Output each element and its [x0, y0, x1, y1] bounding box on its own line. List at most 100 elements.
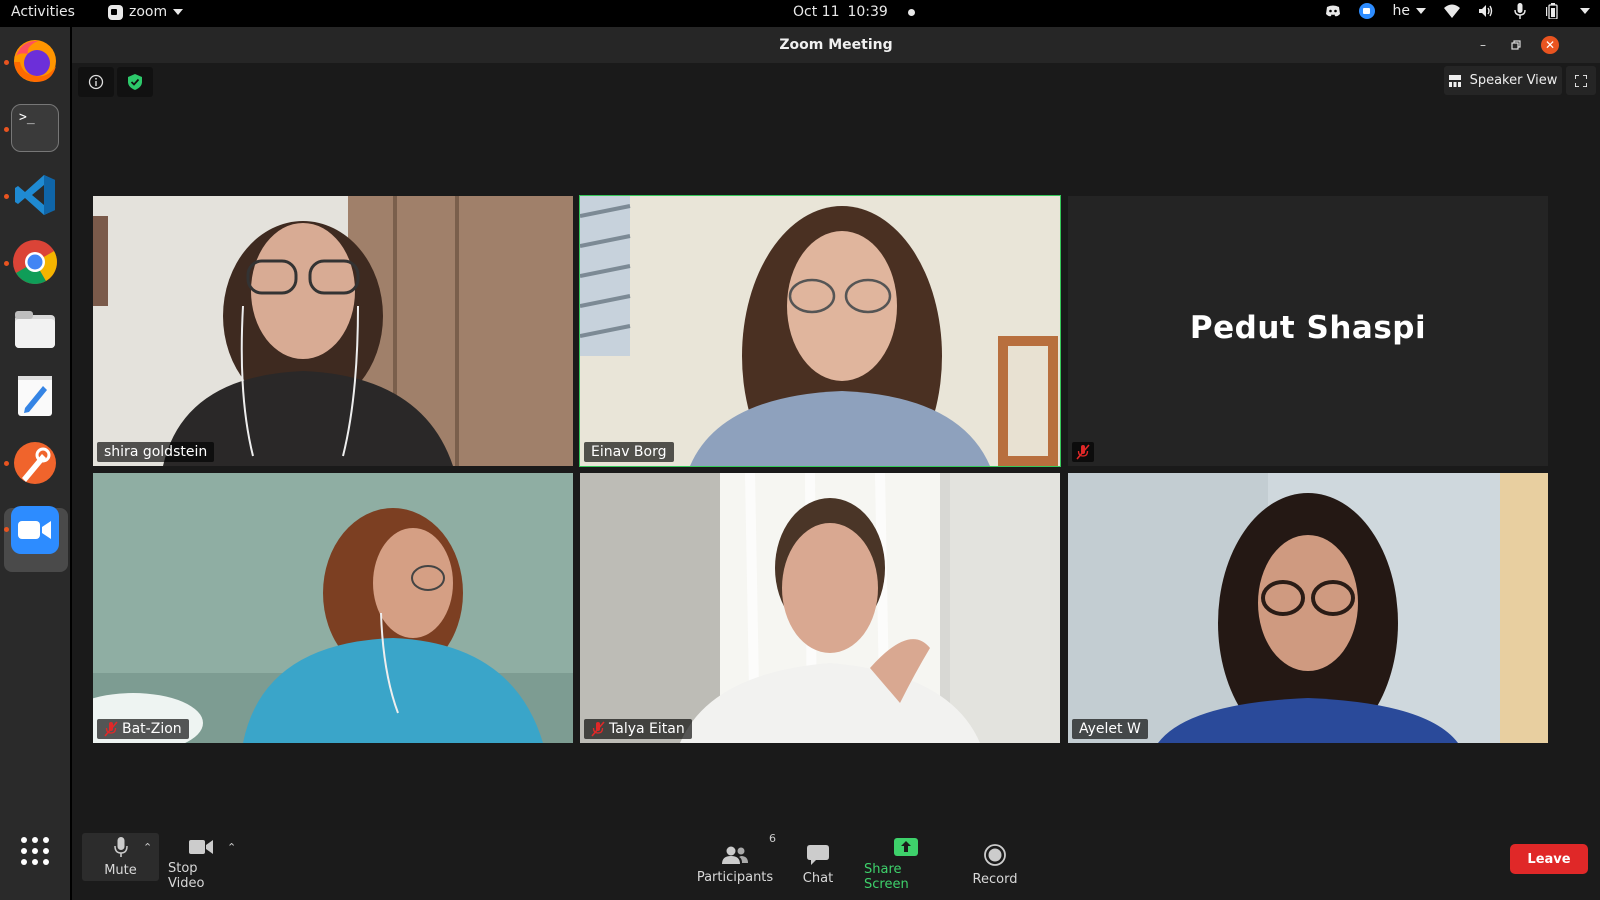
- mute-label: Mute: [104, 862, 137, 878]
- chevron-down-icon: [1416, 8, 1426, 14]
- app-menu-label: zoom: [129, 4, 168, 20]
- participant-display-name: Pedut Shaspi: [1189, 310, 1427, 346]
- participants-icon: [722, 846, 748, 864]
- video-tile[interactable]: Bat-Zion: [93, 473, 573, 743]
- battery-icon[interactable]: [1546, 3, 1562, 19]
- participant-video: [580, 473, 1060, 743]
- video-tile[interactable]: Ayelet W: [1068, 473, 1548, 743]
- participant-name-badge: shira goldstein: [97, 442, 215, 462]
- video-camera-icon: [189, 840, 213, 854]
- video-tile-active-speaker[interactable]: Einav Borg: [579, 195, 1061, 467]
- participant-name: shira goldstein: [104, 444, 208, 460]
- microphone-icon[interactable]: [1512, 3, 1528, 19]
- clock-time: 10:39: [847, 4, 888, 20]
- participant-video: [93, 196, 573, 466]
- meeting-controls-toolbar: Mute ⌃ Stop Video ⌃ Participants 6 Chat …: [72, 830, 1600, 900]
- dock: >_: [0, 27, 70, 900]
- chrome-icon[interactable]: [11, 238, 59, 286]
- system-menu-chevron-icon[interactable]: [1580, 8, 1590, 14]
- participants-button[interactable]: Participants 6: [696, 830, 776, 900]
- keyboard-language-selector[interactable]: he: [1392, 3, 1426, 19]
- running-indicator: [4, 194, 9, 199]
- zoom-window: Zoom Meeting – ✕ Speaker View shira gold…: [72, 27, 1600, 900]
- show-applications-icon[interactable]: [11, 827, 59, 875]
- close-icon[interactable]: ✕: [1541, 36, 1559, 54]
- speaker-view-button[interactable]: Speaker View: [1444, 66, 1562, 95]
- leave-button[interactable]: Leave: [1510, 844, 1588, 874]
- video-tile[interactable]: Talya Eitan: [580, 473, 1060, 743]
- clock[interactable]: Oct 11 10:39: [793, 4, 915, 20]
- participant-video: [1068, 473, 1548, 743]
- video-tile-no-video[interactable]: Pedut Shaspi: [1068, 196, 1548, 466]
- zoom-app-icon: [108, 4, 123, 20]
- stop-video-button[interactable]: Stop Video: [168, 830, 234, 900]
- zoom-tray-icon[interactable]: [1358, 3, 1375, 19]
- participant-name-badge: Bat-Zion: [97, 719, 189, 739]
- window-title: Zoom Meeting: [779, 37, 893, 53]
- firefox-icon[interactable]: [11, 37, 59, 85]
- language-label: he: [1392, 3, 1411, 19]
- meeting-info-button[interactable]: [78, 67, 114, 97]
- stop-video-label: Stop Video: [168, 861, 205, 891]
- inkscape-icon[interactable]: [11, 439, 59, 487]
- shield-icon: [128, 74, 142, 90]
- muted-indicator: [1072, 442, 1094, 462]
- clock-date: Oct 11: [793, 4, 840, 20]
- terminal-icon[interactable]: >_: [11, 104, 59, 152]
- record-icon: [984, 843, 1006, 866]
- text-editor-icon[interactable]: [11, 372, 59, 420]
- participant-name-badge: Ayelet W: [1072, 719, 1148, 739]
- record-label: Record: [972, 871, 1018, 887]
- video-options-chevron-icon[interactable]: ⌃: [227, 841, 236, 854]
- chat-button[interactable]: Chat: [794, 830, 842, 900]
- record-button[interactable]: Record: [967, 830, 1023, 900]
- discord-icon[interactable]: [1325, 3, 1341, 19]
- share-screen-icon: [894, 838, 918, 856]
- muted-mic-icon: [591, 721, 605, 737]
- participant-name: Einav Borg: [591, 444, 667, 460]
- participant-name: Bat-Zion: [122, 721, 182, 737]
- share-screen-button[interactable]: Share Screen: [864, 830, 948, 900]
- files-icon[interactable]: [11, 305, 59, 353]
- running-indicator: [4, 60, 9, 65]
- running-indicator: [4, 127, 9, 132]
- restore-icon[interactable]: [1507, 36, 1525, 54]
- participant-name-badge: Einav Borg: [584, 442, 674, 462]
- minimize-icon[interactable]: –: [1474, 36, 1492, 54]
- muted-mic-icon: [104, 721, 118, 737]
- fullscreen-icon: [1575, 74, 1587, 87]
- participants-count: 6: [769, 832, 776, 845]
- chat-icon: [807, 844, 829, 865]
- volume-icon[interactable]: [1478, 3, 1494, 19]
- zoom-icon[interactable]: [11, 506, 59, 554]
- participant-name: Ayelet W: [1079, 721, 1141, 737]
- wifi-icon[interactable]: [1444, 3, 1460, 19]
- grid-view-icon: [1448, 74, 1461, 87]
- window-titlebar[interactable]: Zoom Meeting – ✕: [72, 27, 1600, 63]
- microphone-icon: [113, 836, 128, 857]
- vscode-icon[interactable]: [11, 171, 59, 219]
- participant-video: [580, 196, 1060, 466]
- audio-options-chevron-icon[interactable]: ⌃: [143, 841, 152, 854]
- video-tile[interactable]: shira goldstein: [93, 196, 573, 466]
- system-tray: he: [1325, 3, 1590, 19]
- share-screen-label: Share Screen: [864, 862, 909, 892]
- info-icon: [88, 74, 104, 90]
- participants-label: Participants: [696, 869, 774, 885]
- participant-name: Talya Eitan: [609, 721, 685, 737]
- speaker-view-label: Speaker View: [1469, 73, 1558, 88]
- security-button[interactable]: [117, 67, 153, 97]
- fullscreen-button[interactable]: [1566, 66, 1596, 95]
- chevron-down-icon: [173, 9, 184, 15]
- running-indicator: [4, 461, 9, 466]
- chat-label: Chat: [802, 870, 834, 886]
- participant-name-badge: Talya Eitan: [584, 719, 692, 739]
- app-menu[interactable]: zoom: [108, 4, 184, 20]
- activities-button[interactable]: Activities: [11, 4, 75, 20]
- muted-mic-icon: [1076, 444, 1090, 460]
- notification-dot-icon: [907, 8, 915, 16]
- running-indicator: [4, 527, 9, 532]
- participant-video: [93, 473, 573, 743]
- running-indicator: [4, 261, 9, 266]
- system-top-bar: Activities zoom Oct 11 10:39 he: [0, 0, 1600, 27]
